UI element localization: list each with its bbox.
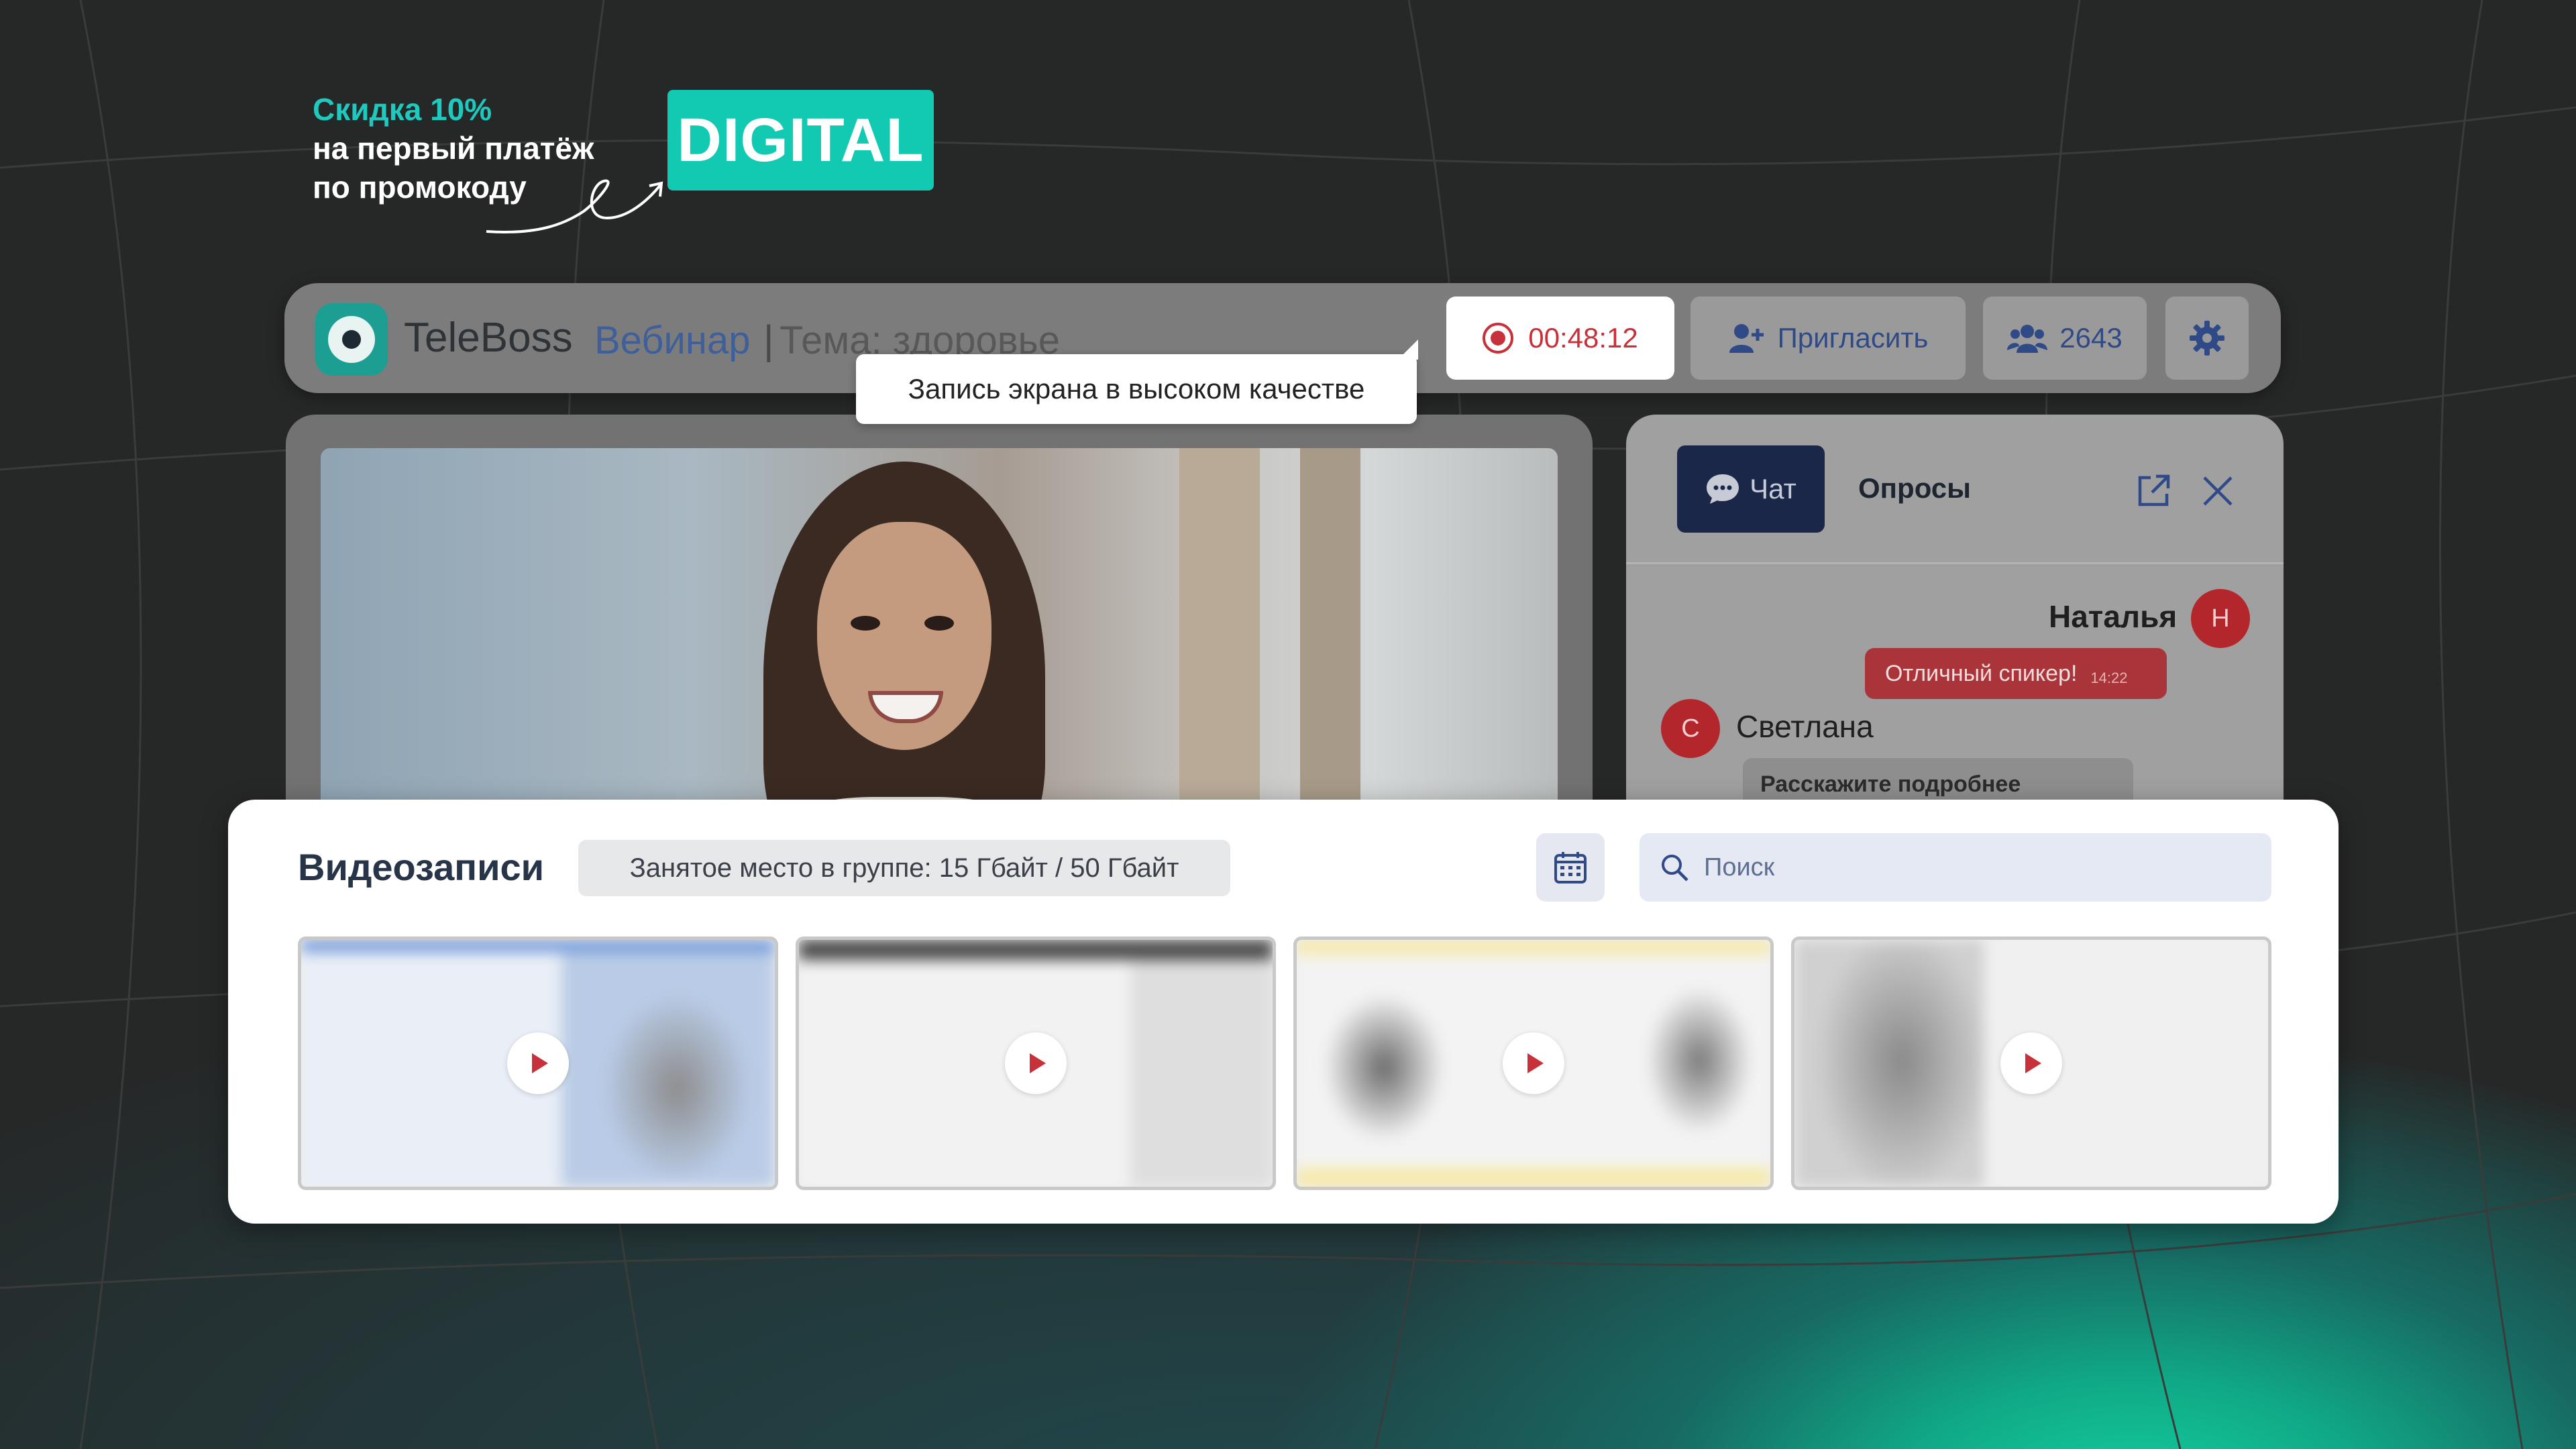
promo-discount: Скидка 10%	[313, 92, 492, 127]
record-tooltip: Запись экрана в высоком качестве	[856, 339, 1418, 424]
chat-divider	[1626, 562, 2284, 564]
tab-chat-label: Чат	[1750, 473, 1796, 504]
users-icon	[2007, 325, 2048, 353]
avatar: С	[1661, 699, 1720, 758]
invite-label: Пригласить	[1777, 322, 1929, 354]
search-icon	[1662, 855, 1688, 881]
brand-name: TeleBoss	[404, 315, 573, 361]
recording-thumbnail-2[interactable]	[796, 936, 1276, 1190]
calendar-icon	[1554, 852, 1587, 883]
play-icon[interactable]	[1503, 1032, 1564, 1094]
calendar-button[interactable]	[1536, 833, 1605, 902]
storage-badge: Занятое место в группе: 15 Гбайт / 50 Гб…	[578, 840, 1230, 896]
add-user-icon	[1729, 324, 1764, 353]
invite-button[interactable]: Пригласить	[1690, 297, 1966, 380]
record-button[interactable]: 00:48:12	[1446, 297, 1674, 380]
settings-button[interactable]	[2165, 297, 2249, 380]
recording-thumbnail-1[interactable]	[298, 936, 778, 1190]
webinar-label: Вебинар	[594, 319, 751, 362]
play-icon[interactable]	[507, 1032, 569, 1094]
tab-chat[interactable]: Чат	[1677, 445, 1825, 533]
message-time: 14:22	[2090, 669, 2128, 686]
tab-polls[interactable]: Опросы	[1858, 472, 1971, 504]
speaker-eye-left	[851, 616, 880, 631]
participants-button[interactable]: 2643	[1983, 297, 2147, 380]
play-icon[interactable]	[1005, 1032, 1067, 1094]
promo-arrow-icon	[486, 179, 663, 233]
logo-eye-icon	[328, 316, 375, 363]
teleboss-logo	[315, 303, 388, 376]
message-author: Наталья	[2049, 599, 2178, 634]
recordings-title: Видеозаписи	[298, 846, 545, 888]
avatar: Н	[2191, 589, 2250, 648]
close-icon[interactable]	[2199, 472, 2237, 510]
external-link-icon[interactable]	[2135, 472, 2172, 510]
gear-icon	[2190, 321, 2224, 356]
play-icon[interactable]	[2000, 1032, 2062, 1094]
promo-code-badge: DIGITAL	[667, 90, 934, 191]
title-separator: |	[763, 317, 774, 362]
search-placeholder: Поиск	[1704, 853, 1775, 881]
record-timer: 00:48:12	[1528, 322, 1638, 354]
promo-line-1: на первый платёж	[313, 131, 594, 166]
recording-thumbnail-3[interactable]	[1293, 936, 1774, 1190]
message-author: Светлана	[1736, 709, 1874, 744]
record-icon	[1483, 323, 1514, 354]
recording-thumbnail-4[interactable]	[1791, 936, 2271, 1190]
chat-bubble-icon	[1707, 474, 1739, 504]
message-text: Отличный спикер!	[1885, 660, 2078, 686]
search-input[interactable]: Поиск	[1640, 833, 2271, 902]
speaker-eye-right	[924, 616, 954, 631]
participants-count: 2643	[2059, 322, 2123, 354]
message-bubble: Отличный спикер! 14:22	[1865, 648, 2167, 699]
